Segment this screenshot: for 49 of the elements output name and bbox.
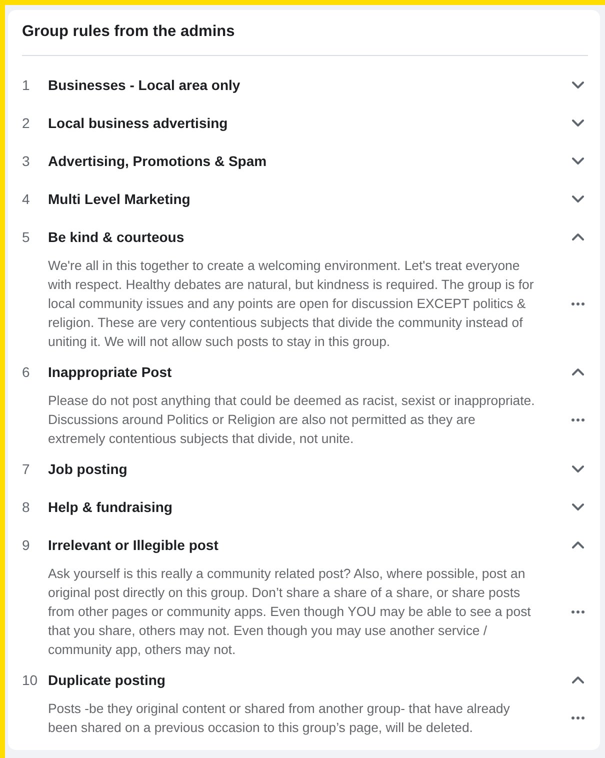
rule-title: Advertising, Promotions & Spam [48,153,268,169]
rule-title: Duplicate posting [48,672,166,688]
rule-number: 3 [22,153,31,169]
rule-header[interactable]: 4 Multi Level Marketing [22,180,588,218]
rule-number: 2 [22,115,31,131]
rule-number: 1 [22,77,31,93]
rule-number: 9 [22,537,31,553]
rule-description: Posts -be they original content or shared from another group- that have already been shared on a previous occasion to this group’s page, will be deleted. [48,700,511,737]
rule-header[interactable]: 7 Job posting [22,450,588,488]
chevron-icon [572,368,584,376]
rule-description: Please do not post anything that could be deemed as racist, sexist or inappropriate. Discussions around Politics or Religion are also not permitted as they are extremely contentious subjects that divide, not unite. [48,392,536,448]
rule-number: 8 [22,499,31,515]
rule-title: Be kind & courteous [48,229,186,245]
rule-header[interactable]: 10 Duplicate posting [22,661,588,699]
rule-number: 5 [22,229,31,245]
rule-header[interactable]: 2 Local business advertising [22,104,588,142]
chevron-icon [572,195,584,203]
more-icon[interactable] [571,418,585,422]
rule-title: Irrelevant or Illegible post [48,537,220,553]
card-title: Group rules from the admins [22,22,236,42]
rule-description: Ask yourself is this really a community related post? Also, where possible, post an original post directly on this group. Don’t share a share of a share, or share posts from other pages or community apps. Even though YOU may be able to see a post that you share, others may not. Even though you may use another service / community app, others may not. [48,565,532,659]
rule-header[interactable]: 8 Help & fundraising [22,488,588,526]
rule-title: Businesses - Local area only [48,77,242,93]
rule-number: 6 [22,364,31,380]
rule-title: Local business advertising [48,115,229,131]
rule-header[interactable]: 3 Advertising, Promotions & Spam [22,142,588,180]
chevron-icon [572,233,584,241]
chevron-icon [572,157,584,165]
chevron-icon [572,541,584,549]
rule-header[interactable]: 6 Inappropriate Post [22,353,588,391]
rule-title: Job posting [48,461,128,477]
rule-title: Inappropriate Post [48,364,173,380]
rule-number: 7 [22,461,31,477]
rule-number: 10 [22,672,39,688]
chevron-icon [572,119,584,127]
chevron-icon [572,503,584,511]
rule-description: We're all in this together to create a welcoming environment. Let's treat everyone with respect. Healthy debates are natural, but kindness is required. The group is for local community issues and any points are open for discussion EXCEPT politics & religion. These are very contentious subjects that divide the community instead of uniting it. We will not allow such posts to stay in this group. [48,257,535,351]
rule-header[interactable]: 5 Be kind & courteous [22,218,588,256]
more-icon[interactable] [571,302,585,306]
rule-title: Multi Level Marketing [48,191,192,207]
rule-number: 4 [22,191,31,207]
more-icon[interactable] [571,610,585,614]
rule-header[interactable]: 1 Businesses - Local area only [22,66,588,104]
rule-header[interactable]: 9 Irrelevant or Illegible post [22,526,588,564]
more-icon[interactable] [571,716,585,720]
rule-title: Help & fundraising [48,499,174,515]
chevron-icon [572,676,584,684]
chevron-icon [572,81,584,89]
chevron-icon [572,465,584,473]
